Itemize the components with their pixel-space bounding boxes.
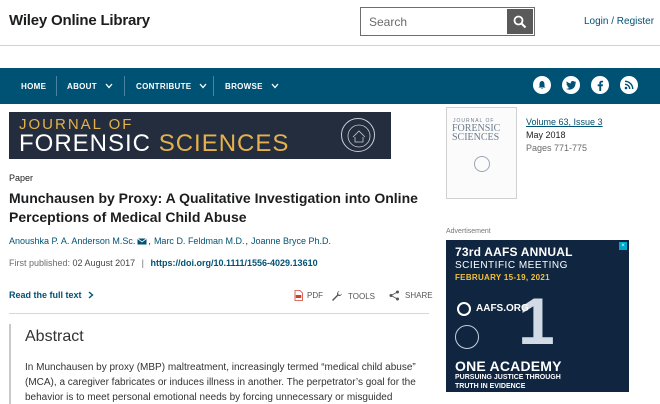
- pdf-icon: [294, 290, 303, 301]
- nav-contribute-label: CONTRIBUTE: [136, 81, 192, 91]
- cover-title: FORENSIC SCIENCES: [452, 124, 500, 143]
- search-icon: [513, 15, 527, 28]
- share-button[interactable]: SHARE: [389, 290, 433, 301]
- article-type: Paper: [9, 173, 34, 183]
- twitter-icon[interactable]: [562, 76, 580, 94]
- envelope-icon[interactable]: [137, 237, 148, 245]
- nav-home[interactable]: HOME: [21, 68, 46, 104]
- login-register-link[interactable]: Login / Register: [584, 16, 654, 27]
- advertisement-banner[interactable]: × 73rd AAFS ANNUAL SCIENTIFIC MEETING FE…: [446, 240, 629, 392]
- abstract-text: In Munchausen by proxy (MBP) maltreatmen…: [25, 362, 416, 403]
- search-box: [360, 7, 535, 36]
- share-label: SHARE: [405, 291, 433, 300]
- rss-icon[interactable]: [620, 76, 638, 94]
- wrench-icon: [332, 291, 342, 301]
- first-published-date: 02 August 2017: [72, 258, 136, 268]
- ad-headline: 73rd AAFS ANNUAL: [455, 245, 573, 259]
- issue-pages: Pages 771-775: [526, 143, 588, 153]
- tools-label: TOOLS: [348, 291, 375, 301]
- journal-navbar: HOME ABOUT CONTRIBUTE BROWSE: [0, 68, 660, 104]
- first-published-label: First published:: [9, 258, 71, 268]
- nav-browse-label: BROWSE: [225, 81, 263, 91]
- nav-divider: [213, 76, 214, 96]
- chevron-down-icon: [199, 83, 207, 89]
- nav-browse[interactable]: BROWSE: [225, 68, 280, 104]
- nav-divider: [56, 76, 57, 96]
- nav-contribute[interactable]: CONTRIBUTE: [136, 68, 208, 104]
- aafs-logo-icon: [457, 302, 471, 316]
- bell-icon[interactable]: [533, 76, 551, 94]
- nav-home-label: HOME: [21, 81, 47, 91]
- ad-big-number: 1: [518, 284, 555, 358]
- journal-cover-image[interactable]: JOURNAL OF FORENSIC SCIENCES: [446, 107, 517, 199]
- pdf-button[interactable]: PDF: [294, 290, 323, 301]
- abstract-heading: Abstract: [25, 328, 84, 345]
- article-title: Munchausen by Proxy: A Qualitative Inves…: [9, 190, 418, 225]
- issue-date: May 2018: [526, 130, 566, 140]
- author-list: Anoushka P. A. Anderson M.Sc. , Marc D. …: [9, 236, 332, 246]
- ad-subheadline: SCIENTIFIC MEETING: [455, 260, 568, 271]
- ad-slogan: ONE ACADEMY: [455, 358, 562, 374]
- search-input[interactable]: [361, 8, 507, 35]
- tools-button[interactable]: TOOLS: [331, 290, 375, 302]
- journal-banner[interactable]: JOURNAL OF FORENSIC SCIENCES: [9, 112, 391, 159]
- section-divider: [9, 313, 429, 314]
- site-logo[interactable]: Wiley Online Library: [9, 12, 150, 29]
- ad-tagline: PURSUING JUSTICE THROUGH TRUTH IN EVIDEN…: [455, 374, 561, 390]
- author-link[interactable]: Anoushka P. A. Anderson M.Sc.: [9, 236, 135, 246]
- nav-about[interactable]: ABOUT: [67, 68, 114, 104]
- ad-close-icon[interactable]: ×: [619, 242, 627, 250]
- top-header: Wiley Online Library Login / Register: [0, 0, 660, 46]
- read-full-text-link[interactable]: Read the full text: [9, 290, 96, 300]
- volume-issue-link[interactable]: Volume 63, Issue 3: [526, 116, 603, 129]
- nav-divider: [124, 76, 125, 96]
- issue-info: Volume 63, Issue 3 May 2018 Pages 771-77…: [526, 116, 603, 155]
- cover-title-line2: SCIENCES: [452, 132, 500, 143]
- academy-seal-icon: [341, 118, 375, 152]
- ad-site: AAFS.ORG: [476, 303, 529, 314]
- facebook-icon[interactable]: [591, 76, 609, 94]
- author-link[interactable]: Joanne Bryce Ph.D.: [251, 236, 331, 246]
- ad-seal-icon: [455, 325, 479, 349]
- pdf-label: PDF: [307, 291, 323, 300]
- abstract-section: Abstract In Munchausen by proxy (MBP) ma…: [9, 324, 429, 404]
- chevron-down-icon: [271, 83, 279, 89]
- chevron-down-icon: [105, 83, 113, 89]
- share-icon: [389, 290, 399, 301]
- chevron-right-icon: [88, 291, 94, 299]
- author-link[interactable]: Marc D. Feldman M.D.: [154, 236, 245, 246]
- cover-seal-icon: [474, 156, 490, 172]
- banner-title-forensic: FORENSIC: [19, 130, 152, 157]
- search-button[interactable]: [507, 9, 533, 34]
- read-full-text-label: Read the full text: [9, 290, 82, 300]
- publication-info: First published: 02 August 2017 | https:…: [9, 258, 318, 268]
- nav-about-label: ABOUT: [67, 81, 97, 91]
- doi-link[interactable]: https://doi.org/10.1111/1556-4029.13610: [150, 258, 317, 268]
- ad-dates: FEBRUARY 15-19, 2021: [455, 273, 550, 282]
- banner-title: FORENSIC SCIENCES: [19, 130, 289, 158]
- advertisement-label: Advertisement: [446, 228, 491, 235]
- banner-title-sciences: SCIENCES: [158, 130, 290, 157]
